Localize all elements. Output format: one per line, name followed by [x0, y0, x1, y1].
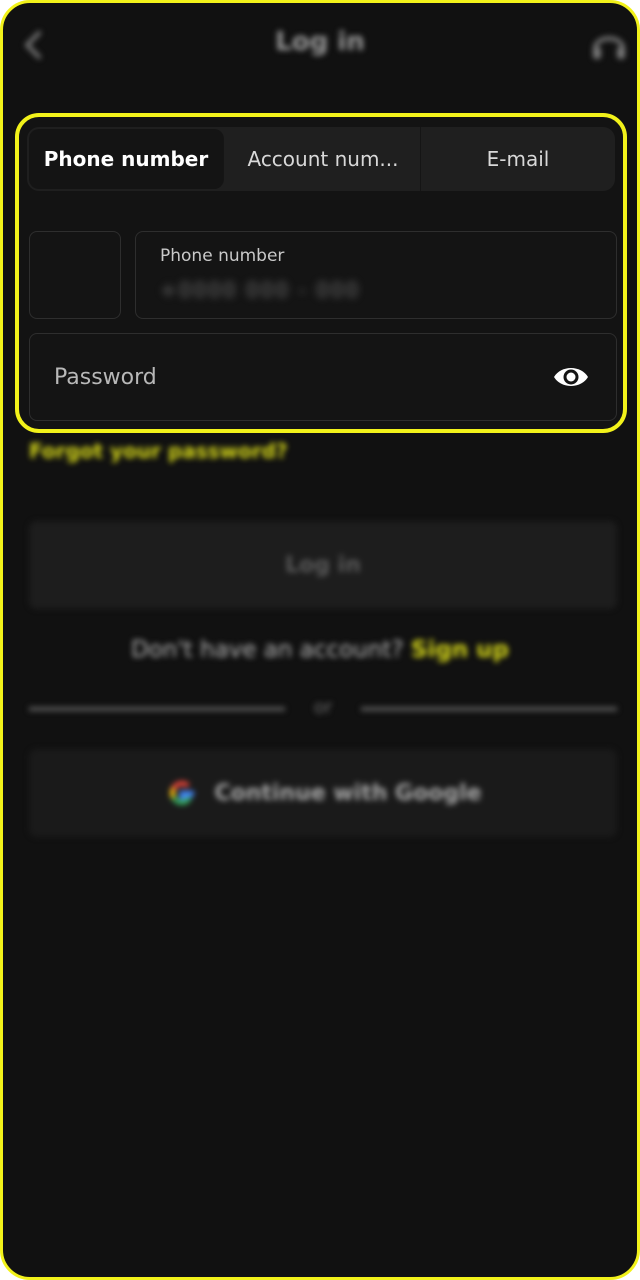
signup-row: Don't have an account? Sign up — [3, 637, 637, 663]
continue-with-google-button[interactable]: Continue with Google — [29, 749, 617, 837]
google-button-label: Continue with Google — [214, 780, 482, 806]
tab-phone-number[interactable]: Phone number — [29, 129, 224, 189]
country-code-selector[interactable] — [29, 231, 121, 319]
eye-icon[interactable] — [552, 360, 590, 394]
google-icon — [170, 780, 195, 806]
header: Log in — [3, 3, 637, 87]
divider-text: or — [313, 697, 333, 718]
phone-number-value: +0000 000 - 000 — [160, 278, 361, 302]
divider-line-left — [29, 707, 285, 711]
login-button[interactable]: Log in — [29, 521, 617, 609]
tab-email[interactable]: E-mail — [421, 127, 615, 191]
phone-number-label: Phone number — [160, 246, 285, 266]
phone-number-field[interactable]: Phone number +0000 000 - 000 — [135, 231, 617, 319]
headset-icon[interactable] — [589, 25, 629, 65]
password-field — [29, 333, 617, 421]
tab-account-number[interactable]: Account num... — [226, 127, 421, 191]
page-title: Log in — [275, 27, 365, 57]
password-input[interactable] — [30, 334, 540, 420]
login-form-highlight: Phone number Account num... E-mail Phone… — [15, 113, 627, 433]
login-method-tabs: Phone number Account num... E-mail — [27, 127, 615, 191]
forgot-password-link[interactable]: Forgot your password? — [29, 439, 288, 463]
signup-link[interactable]: Sign up — [411, 637, 509, 663]
signup-question: Don't have an account? — [130, 637, 404, 663]
divider-line-right — [361, 707, 617, 711]
app-screen: Log in Phone number Account num... E-mai… — [0, 0, 640, 1280]
